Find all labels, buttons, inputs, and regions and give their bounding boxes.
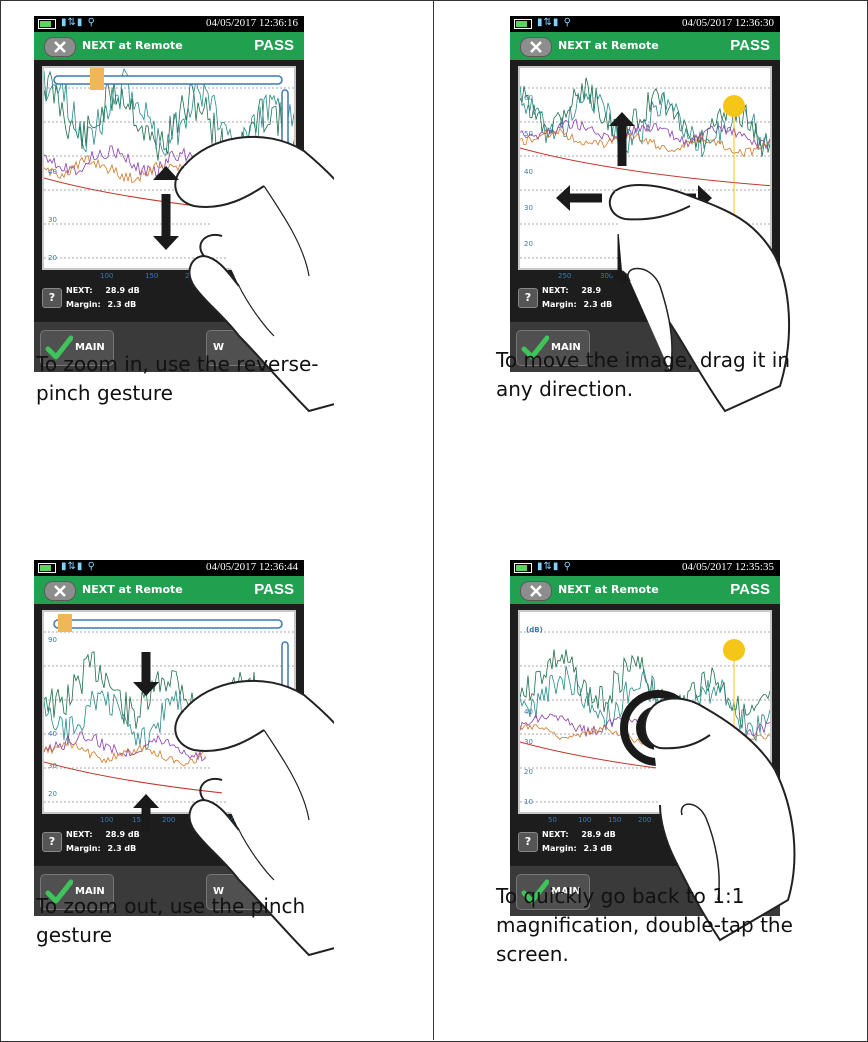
gesture-panel: ▮⇅▮ ⚲ 04/05/2017 12:36:30 NEXT at Remote… xyxy=(510,16,791,413)
gesture-caption: To zoom out, use the pinch gesture xyxy=(36,894,306,947)
column-divider xyxy=(433,0,434,1040)
gesture-caption: To zoom in, use the reverse-pinch gestur… xyxy=(36,352,319,405)
gesture-caption: To move the image, drag it in any direct… xyxy=(496,348,791,401)
gesture-panel: ▮⇅▮ ⚲ 04/05/2017 12:36:16 NEXT at Remote… xyxy=(34,16,334,413)
gesture-panel: ▮⇅▮ ⚲ 04/05/2017 12:36:44 NEXT at Remote… xyxy=(34,560,334,957)
gesture-caption: To quickly go back to 1:1 magnification,… xyxy=(496,884,793,966)
gesture-panel: ▮⇅▮ ⚲ 04/05/2017 12:35:35 NEXT at Remote… xyxy=(510,560,796,942)
